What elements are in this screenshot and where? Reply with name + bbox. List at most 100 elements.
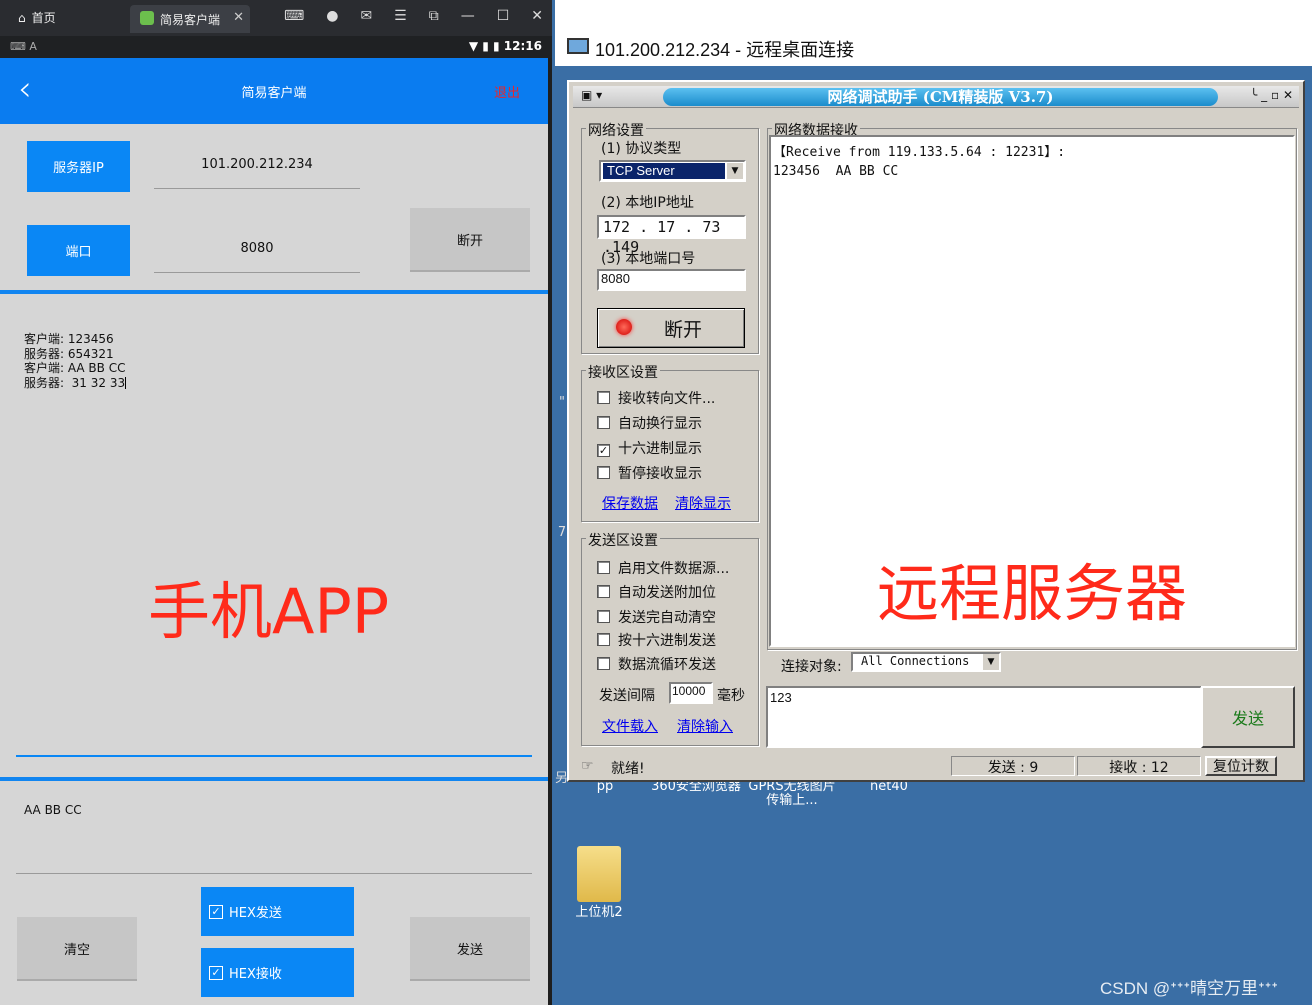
recv-count: 接收 : 12	[1077, 756, 1201, 776]
send-option[interactable]: 发送完自动清空	[597, 607, 716, 627]
port-input[interactable]: 8080	[154, 225, 360, 273]
sent-count: 发送 : 9	[951, 756, 1075, 776]
status-text: 就绪!	[611, 761, 645, 777]
menu-icon[interactable]: ☰	[394, 8, 407, 24]
gamepad-icon[interactable]: ⌨	[284, 8, 304, 24]
desktop-icon[interactable]: 360安全浏览器	[651, 780, 741, 794]
folder-icon[interactable]	[577, 846, 621, 902]
checkbox-icon	[597, 610, 610, 623]
home-tab[interactable]: ⌂ 首页	[18, 9, 56, 26]
hex-receive-checkbox[interactable]: ✓ HEX接收	[201, 948, 354, 997]
checkbox-icon	[597, 561, 610, 574]
restore-icon[interactable]: ⧉	[429, 8, 439, 24]
remote-server-overlay-label: 远程服务器	[877, 557, 1188, 630]
checkbox-icon	[597, 466, 610, 479]
close-tab-icon[interactable]: ✕	[233, 10, 244, 25]
system-menu-icon[interactable]: ▣ ▾	[581, 88, 602, 102]
send-option[interactable]: 自动发送附加位	[597, 582, 716, 602]
clear-input-link[interactable]: 清除输入	[677, 716, 733, 736]
send-button[interactable]: 发送	[410, 917, 530, 981]
clear-display-link[interactable]: 清除显示	[675, 493, 731, 513]
mail-icon[interactable]: ✉	[360, 8, 372, 24]
tool-title-bar: ▣ ▾ 网络调试助手 (CM精装版 V3.7) ╰ _ ▫ ✕	[573, 86, 1299, 108]
checkbox-checked-icon: ✓	[209, 904, 223, 919]
dropdown-arrow-icon[interactable]: ▼	[983, 654, 999, 670]
exit-button[interactable]: 退出	[494, 82, 520, 101]
app-bar: ‹ 简易客户端 退出	[0, 58, 548, 124]
desktop-icon[interactable]: pp	[585, 780, 625, 794]
protocol-label: (1) 协议类型	[601, 141, 682, 157]
net-settings-label: 网络设置	[586, 120, 646, 140]
save-data-link[interactable]: 保存数据	[602, 493, 658, 513]
server-ip-label: 服务器IP	[27, 141, 130, 192]
local-port-label: (3) 本地端口号	[601, 251, 696, 267]
checkbox-checked-icon: ✓	[209, 965, 223, 980]
side-mark: 另	[555, 771, 569, 786]
dropdown-arrow-icon[interactable]: ▼	[727, 163, 743, 179]
checkbox-icon	[597, 657, 610, 670]
desktop-icon[interactable]: net40	[859, 780, 919, 794]
page-title: 简易客户端	[241, 86, 307, 101]
file-load-link[interactable]: 文件载入	[602, 716, 658, 736]
rdp-window-title: 101.200.212.234 - 远程桌面连接	[595, 40, 855, 60]
message-log: 客户端: 123456 服务器: 654321 客户端: AA BB CC 服务器: …	[24, 332, 127, 390]
android-status-bar: ⌨ A ▼ ▮ ▮ 12:16	[0, 36, 552, 58]
checkbox-icon	[597, 416, 610, 429]
hex-send-checkbox[interactable]: ✓ HEX发送	[201, 887, 354, 936]
emulator-tab-bar: ⌂ 首页 简易客户端 ✕ ⌨ ● ✉ ☰ ⧉ — ☐ ✕ «	[0, 0, 574, 36]
send-input-underline	[16, 873, 532, 874]
minimize-icon[interactable]: —	[461, 8, 475, 24]
send-settings-label: 发送区设置	[586, 530, 660, 550]
connect-target-select[interactable]: All Connections ▼	[851, 652, 1001, 672]
send-option[interactable]: 数据流循环发送	[597, 654, 716, 674]
checkbox-checked-icon: ✓	[597, 444, 610, 457]
server-ip-input[interactable]: 101.200.212.234	[154, 141, 360, 189]
recv-option[interactable]: 暂停接收显示	[597, 463, 702, 483]
keyboard-icon: ⌨ A	[10, 40, 37, 53]
protocol-select[interactable]: TCP Server ▼	[599, 160, 746, 182]
send-input[interactable]: AA BB CC	[24, 803, 82, 817]
phone-app-overlay-label: 手机APP	[148, 575, 390, 648]
checkbox-icon	[597, 391, 610, 404]
divider	[0, 290, 548, 294]
window-buttons[interactable]: ╰ _ ▫ ✕	[1250, 88, 1293, 102]
tool-title: 网络调试助手 (CM精装版 V3.7)	[663, 88, 1218, 106]
net-debug-window: ▣ ▾ 网络调试助手 (CM精装版 V3.7) ╰ _ ▫ ✕ 网络设置 (1)…	[567, 80, 1305, 782]
app-tab[interactable]: 简易客户端 ✕	[130, 5, 250, 33]
local-port-input[interactable]: 8080	[597, 269, 746, 291]
maximize-icon[interactable]: ☐	[497, 8, 510, 24]
remote-desktop-icon	[567, 38, 589, 54]
local-ip-input[interactable]: 172 . 17 . 73 .149	[597, 215, 746, 256]
text-caret	[125, 377, 127, 389]
desktop-icon[interactable]: GPRS无线图片传输上...	[747, 780, 837, 808]
rdp-title-bar: 101.200.212.234 - 远程桌面连接	[555, 0, 1312, 66]
log-underline	[16, 755, 532, 757]
tool-disconnect-button[interactable]: 断开	[597, 308, 745, 348]
connect-target-label: 连接对象:	[781, 659, 842, 675]
side-mark: 7	[557, 525, 567, 540]
tool-send-button[interactable]: 发送	[1201, 686, 1295, 748]
watermark: CSDN @ᐩᐩᐩ晴空万里ᐩᐩᐩ	[1100, 979, 1278, 998]
send-textarea[interactable]: 123	[766, 686, 1202, 748]
reset-count-button[interactable]: 复位计数	[1205, 756, 1277, 776]
close-icon[interactable]: ✕	[531, 8, 543, 24]
clear-button[interactable]: 清空	[17, 917, 137, 981]
recv-option[interactable]: 自动换行显示	[597, 413, 702, 433]
account-icon[interactable]: ●	[326, 8, 338, 24]
checkbox-icon	[597, 585, 610, 598]
send-option[interactable]: 启用文件数据源...	[597, 558, 729, 578]
emulator-window: ⌂ 首页 简易客户端 ✕ ⌨ ● ✉ ☰ ⧉ — ☐ ✕ « ⌨ A ▼ ▮ ▮…	[0, 0, 574, 1005]
emulator-controls: ⌨ ● ✉ ☰ ⧉ — ☐ ✕ «	[284, 8, 574, 24]
local-ip-label: (2) 本地IP地址	[601, 195, 694, 211]
recv-option[interactable]: ✓ 十六进制显示	[597, 438, 702, 458]
desktop-icon[interactable]: 上位机2	[569, 906, 629, 920]
divider	[0, 777, 548, 781]
send-interval-input[interactable]: 10000	[669, 682, 713, 704]
disconnect-button[interactable]: 断开	[410, 208, 530, 272]
recv-option[interactable]: 接收转向文件...	[597, 388, 715, 408]
hand-pointer-icon: ☞	[581, 758, 594, 774]
send-option[interactable]: 按十六进制发送	[597, 630, 716, 650]
status-clock: ▼ ▮ ▮ 12:16	[468, 39, 542, 53]
send-interval-unit: 毫秒	[717, 688, 745, 704]
home-icon: ⌂	[18, 10, 26, 25]
